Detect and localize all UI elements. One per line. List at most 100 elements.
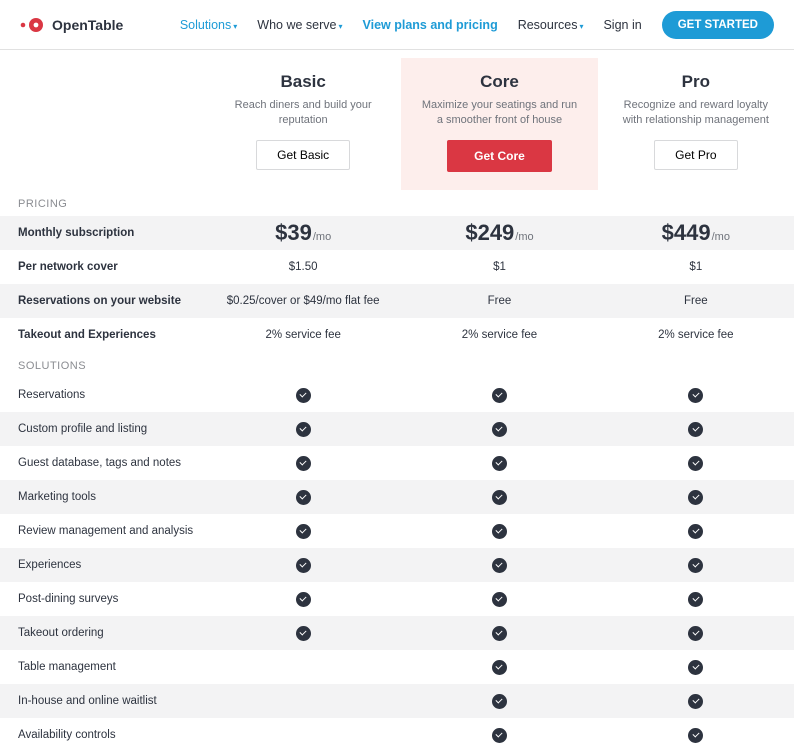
- cell-pro: [598, 523, 794, 539]
- solution-row: Custom profile and listing: [0, 412, 794, 446]
- check-icon: [688, 456, 703, 471]
- solution-row: Review management and analysis: [0, 514, 794, 548]
- plan-name: Basic: [223, 72, 383, 92]
- cell-basic: [205, 625, 401, 641]
- solution-row: Reservations: [0, 378, 794, 412]
- cell-basic: [205, 523, 401, 539]
- solution-row: Guest database, tags and notes: [0, 446, 794, 480]
- check-icon: [492, 660, 507, 675]
- plan-headers: Basic Reach diners and build your reputa…: [0, 58, 794, 190]
- cell-basic: [205, 387, 401, 403]
- row-takeout-experiences: Takeout and Experiences 2% service fee 2…: [0, 318, 794, 352]
- check-icon: [688, 558, 703, 573]
- check-icon: [688, 422, 703, 437]
- get-started-button[interactable]: GET STARTED: [662, 11, 774, 39]
- cell-pro: [598, 387, 794, 403]
- chevron-down-icon: ▾: [338, 22, 342, 31]
- row-label: Per network cover: [0, 261, 205, 273]
- check-icon: [688, 490, 703, 505]
- cell-basic: $39/mo: [205, 220, 401, 246]
- brand-text: OpenTable: [52, 17, 123, 33]
- check-icon: [492, 490, 507, 505]
- check-icon: [688, 626, 703, 641]
- row-label: Availability controls: [0, 729, 205, 741]
- row-label: Reservations on your website: [0, 295, 205, 307]
- cell-pro: [598, 557, 794, 573]
- nav-solutions[interactable]: Solutions▾: [180, 18, 237, 32]
- solution-row: In-house and online waitlist: [0, 684, 794, 718]
- cell-core: [401, 523, 597, 539]
- cell-basic: [205, 591, 401, 607]
- check-icon: [492, 694, 507, 709]
- check-icon: [688, 694, 703, 709]
- cell-core: [401, 591, 597, 607]
- chevron-down-icon: ▾: [579, 22, 583, 31]
- cell-core: [401, 693, 597, 709]
- check-icon: [492, 728, 507, 743]
- cell-core: [401, 625, 597, 641]
- check-icon: [296, 456, 311, 471]
- row-label: Takeout and Experiences: [0, 329, 205, 341]
- plan-desc: Maximize your seatings and run a smoothe…: [419, 98, 579, 128]
- solution-row: Takeout ordering: [0, 616, 794, 650]
- row-label: Custom profile and listing: [0, 423, 205, 435]
- cell-pro: $1: [598, 261, 794, 273]
- cell-core: [401, 727, 597, 743]
- solution-row: Marketing tools: [0, 480, 794, 514]
- get-basic-button[interactable]: Get Basic: [256, 140, 350, 170]
- row-label: Monthly subscription: [0, 227, 205, 239]
- plan-core-header: Core Maximize your seatings and run a sm…: [401, 58, 597, 190]
- row-website-reservations: Reservations on your website $0.25/cover…: [0, 284, 794, 318]
- nav-view-plans[interactable]: View plans and pricing: [362, 18, 497, 32]
- cell-core: [401, 455, 597, 471]
- chevron-down-icon: ▾: [233, 22, 237, 31]
- check-icon: [296, 388, 311, 403]
- row-label: Guest database, tags and notes: [0, 457, 205, 469]
- top-nav: OpenTable Solutions▾ Who we serve▾ View …: [0, 0, 794, 50]
- cell-core: [401, 421, 597, 437]
- get-core-button[interactable]: Get Core: [447, 140, 552, 172]
- cell-core: [401, 489, 597, 505]
- plan-basic-header: Basic Reach diners and build your reputa…: [205, 58, 401, 190]
- opentable-icon: [20, 18, 46, 32]
- plan-name: Pro: [616, 72, 776, 92]
- check-icon: [492, 456, 507, 471]
- nav-links: Solutions▾ Who we serve▾ View plans and …: [180, 11, 774, 39]
- check-icon: [296, 626, 311, 641]
- check-icon: [492, 558, 507, 573]
- cell-pro: $449/mo: [598, 220, 794, 246]
- row-label: Review management and analysis: [0, 525, 205, 537]
- get-pro-button[interactable]: Get Pro: [654, 140, 737, 170]
- plan-desc: Recognize and reward loyalty with relati…: [616, 98, 776, 128]
- check-icon: [492, 388, 507, 403]
- row-label: Post-dining surveys: [0, 593, 205, 605]
- cell-basic: [205, 421, 401, 437]
- check-icon: [296, 490, 311, 505]
- cell-pro: [598, 455, 794, 471]
- check-icon: [492, 626, 507, 641]
- nav-resources[interactable]: Resources▾: [518, 18, 584, 32]
- cell-pro: 2% service fee: [598, 329, 794, 341]
- nav-who-we-serve[interactable]: Who we serve▾: [257, 18, 342, 32]
- check-icon: [492, 524, 507, 539]
- check-icon: [296, 524, 311, 539]
- solution-row: Table management: [0, 650, 794, 684]
- row-monthly-subscription: Monthly subscription $39/mo $249/mo $449…: [0, 216, 794, 250]
- cell-core: [401, 557, 597, 573]
- check-icon: [492, 422, 507, 437]
- check-icon: [296, 592, 311, 607]
- cell-basic: [205, 557, 401, 573]
- cell-basic: $0.25/cover or $49/mo flat fee: [205, 295, 401, 307]
- logo[interactable]: OpenTable: [20, 17, 123, 33]
- check-icon: [688, 524, 703, 539]
- cell-core: $1: [401, 261, 597, 273]
- row-label: Table management: [0, 661, 205, 673]
- cell-basic: 2% service fee: [205, 329, 401, 341]
- cell-core: [401, 387, 597, 403]
- check-icon: [688, 592, 703, 607]
- solution-row: Post-dining surveys: [0, 582, 794, 616]
- cell-pro: [598, 421, 794, 437]
- row-label: Reservations: [0, 389, 205, 401]
- nav-sign-in[interactable]: Sign in: [603, 18, 641, 32]
- row-label: Takeout ordering: [0, 627, 205, 639]
